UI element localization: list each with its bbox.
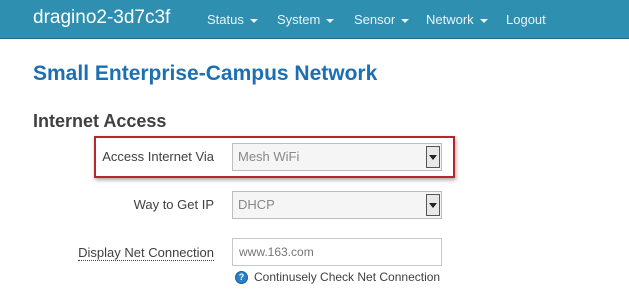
help-text: Continusely Check Net Connection (254, 270, 441, 284)
way-to-get-ip-value: DHCP (238, 197, 275, 212)
display-net-connection-label-wrap: Display Net Connection (70, 245, 214, 261)
nav-logout-link[interactable]: Logout (506, 12, 546, 27)
nav-network-menu[interactable]: Network (426, 12, 488, 27)
nav-sensor-menu[interactable]: Sensor (354, 12, 410, 27)
nav-status-menu[interactable]: Status (207, 12, 258, 27)
way-to-get-ip-label: Way to Get IP (133, 197, 214, 212)
nav-logout-label: Logout (506, 12, 546, 27)
nav-network-label: Network (426, 12, 474, 27)
caret-down-icon (479, 18, 488, 23)
way-to-get-ip-select[interactable]: DHCP (232, 191, 442, 219)
top-navbar: dragino2-3d7c3f Status System Sensor Net… (0, 0, 629, 39)
question-icon: ? (235, 271, 248, 284)
access-internet-via-value: Mesh WiFi (238, 149, 300, 164)
display-net-connection-label[interactable]: Display Net Connection (78, 245, 214, 261)
section-title: Internet Access (33, 111, 167, 131)
caret-down-icon (249, 18, 258, 23)
nav-sensor-label: Sensor (354, 12, 396, 27)
access-internet-via-label: Access Internet Via (102, 149, 214, 164)
access-internet-via-select[interactable]: Mesh WiFi (232, 143, 442, 171)
nav-system-label: System (277, 12, 321, 27)
dropdown-arrow-icon[interactable] (426, 194, 440, 216)
caret-down-icon (326, 18, 335, 23)
nav-status-label: Status (207, 12, 244, 27)
nav-system-menu[interactable]: System (277, 12, 335, 27)
caret-down-icon (401, 18, 410, 23)
brand-title[interactable]: dragino2-3d7c3f (33, 7, 170, 29)
dropdown-arrow-icon[interactable] (426, 146, 440, 168)
display-net-connection-input[interactable] (232, 238, 442, 266)
page-title: Small Enterprise-Campus Network (33, 62, 378, 85)
